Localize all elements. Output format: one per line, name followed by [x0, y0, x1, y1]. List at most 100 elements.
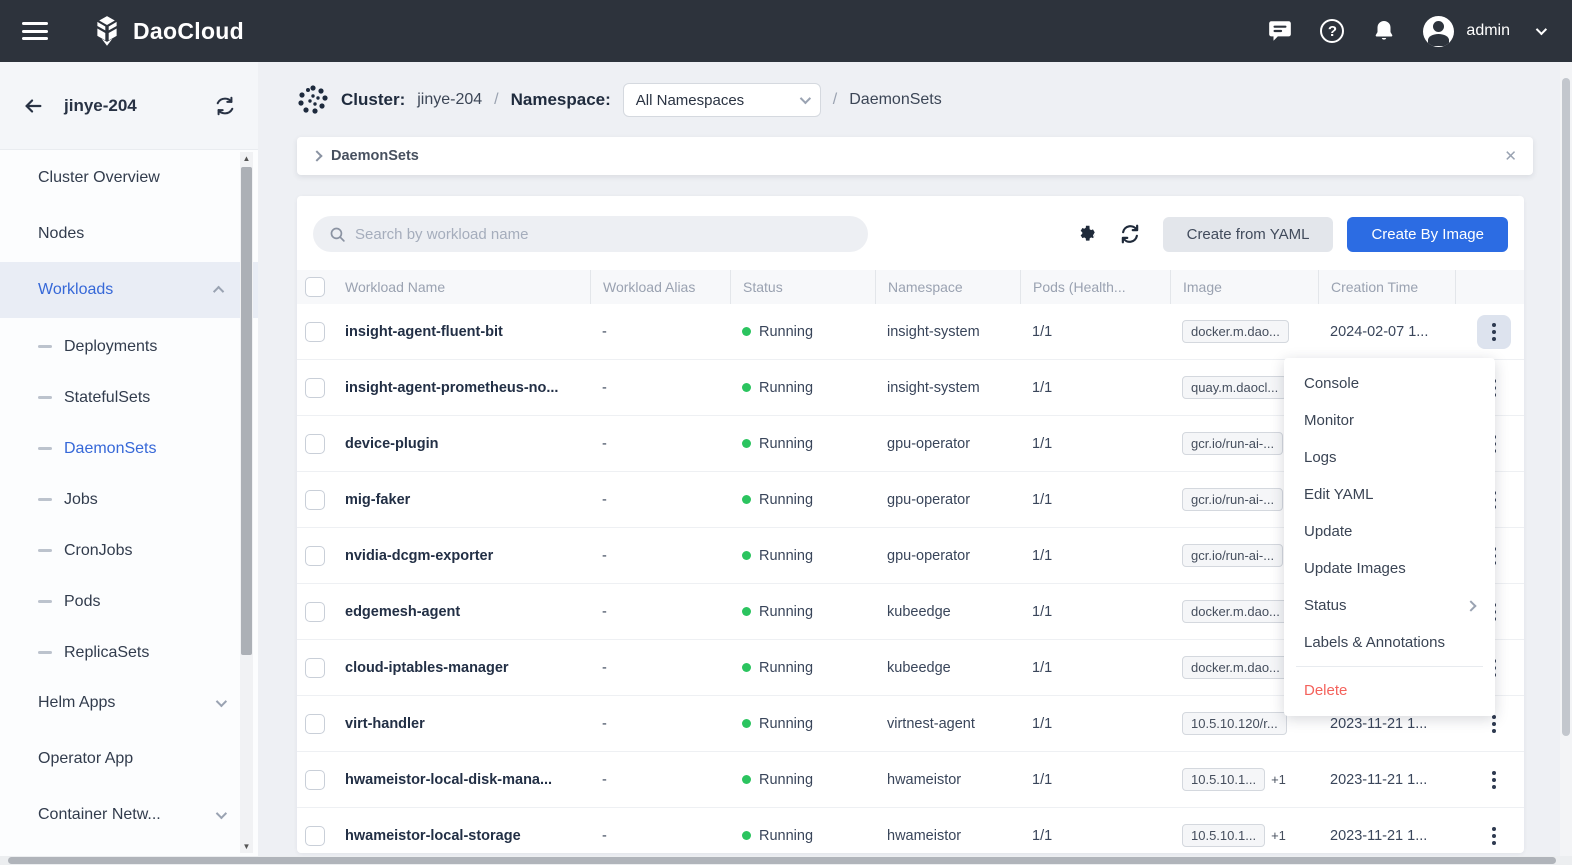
- workload-name-link[interactable]: mig-faker: [345, 492, 410, 508]
- context-menu-item-edit-yaml[interactable]: Edit YAML: [1284, 476, 1495, 513]
- sidebar-item-label: Pods: [64, 593, 100, 611]
- create-by-image-button[interactable]: Create By Image: [1347, 217, 1508, 252]
- close-tab-icon[interactable]: ✕: [1504, 147, 1517, 165]
- sidebar-item-replicasets[interactable]: ReplicaSets: [0, 630, 258, 675]
- settings-gear-icon[interactable]: [1076, 224, 1097, 245]
- user-menu-chevron-icon[interactable]: [1536, 24, 1547, 35]
- row-actions-kebab-icon[interactable]: [1477, 763, 1511, 797]
- row-actions-kebab-icon[interactable]: [1477, 315, 1511, 349]
- page-vertical-scrollbar[interactable]: [1560, 62, 1572, 857]
- row-actions-kebab-icon[interactable]: [1477, 819, 1511, 853]
- workload-name-link[interactable]: virt-handler: [345, 716, 425, 732]
- search-input[interactable]: [355, 226, 852, 243]
- sidebar-item-label: CronJobs: [64, 542, 132, 560]
- row-checkbox[interactable]: [305, 658, 325, 678]
- workload-name-link[interactable]: device-plugin: [345, 436, 438, 452]
- row-checkbox[interactable]: [305, 714, 325, 734]
- row-checkbox[interactable]: [305, 378, 325, 398]
- row-checkbox[interactable]: [305, 546, 325, 566]
- context-menu-item-console[interactable]: Console: [1284, 365, 1495, 402]
- cluster-value[interactable]: jinye-204: [417, 91, 482, 109]
- sidebar-scrollbar[interactable]: ▲ ▼: [240, 152, 253, 853]
- scroll-up-icon[interactable]: ▲: [240, 152, 253, 165]
- sidebar-item-label: Nodes: [38, 225, 84, 243]
- select-chevron-icon: [800, 93, 811, 104]
- page-horizontal-scrollbar[interactable]: [0, 856, 1572, 865]
- sidebar-item-cronjobs[interactable]: CronJobs: [0, 528, 258, 573]
- select-all-checkbox[interactable]: [305, 277, 325, 297]
- sidebar-item-workloads[interactable]: Workloads: [0, 262, 258, 318]
- sidebar-item-pods[interactable]: Pods: [0, 579, 258, 624]
- row-checkbox[interactable]: [305, 490, 325, 510]
- back-arrow-icon[interactable]: [22, 95, 44, 117]
- horizontal-scroll-thumb[interactable]: [8, 857, 1556, 864]
- context-menu-item-logs[interactable]: Logs: [1284, 439, 1495, 476]
- row-context-menu: Console Monitor Logs Edit YAML Update Up…: [1284, 358, 1495, 716]
- workload-name-link[interactable]: insight-agent-prometheus-no...: [345, 380, 558, 396]
- sidebar-item-daemonsets[interactable]: DaemonSets: [0, 426, 258, 471]
- sidebar-item-helm-apps[interactable]: Helm Apps: [0, 675, 258, 731]
- namespace-cell: hwameistor: [875, 772, 1020, 788]
- help-icon[interactable]: ?: [1319, 18, 1345, 44]
- row-checkbox[interactable]: [305, 770, 325, 790]
- workload-alias: -: [590, 324, 730, 340]
- feedback-chat-icon[interactable]: [1267, 18, 1293, 44]
- workload-alias: -: [590, 716, 730, 732]
- sidebar-item-jobs[interactable]: Jobs: [0, 477, 258, 522]
- context-menu-item-labels-annotations[interactable]: Labels & Annotations: [1284, 624, 1495, 661]
- workload-name-link[interactable]: hwameistor-local-disk-mana...: [345, 772, 552, 788]
- menu-divider: [1296, 666, 1483, 667]
- sidebar-item-cluster-overview[interactable]: Cluster Overview: [0, 150, 258, 206]
- bell-icon[interactable]: [1371, 18, 1397, 44]
- sidebar-item-crds[interactable]: CRDs: [0, 843, 258, 855]
- workload-name-link[interactable]: cloud-iptables-manager: [345, 660, 509, 676]
- row-checkbox[interactable]: [305, 826, 325, 846]
- sidebar-scroll-thumb[interactable]: [241, 167, 252, 655]
- column-header-image: Image: [1170, 270, 1318, 304]
- context-menu-item-label: Labels & Annotations: [1304, 634, 1445, 651]
- breadcrumb-chevron-icon: [311, 150, 322, 161]
- sidebar-item-deployments[interactable]: Deployments: [0, 324, 258, 369]
- search-box[interactable]: [313, 216, 868, 252]
- vertical-scroll-thumb[interactable]: [1562, 78, 1570, 736]
- main-content: Cluster: jinye-204 / Namespace: All Name…: [258, 62, 1572, 865]
- sidebar-item-nodes[interactable]: Nodes: [0, 206, 258, 262]
- status-text: Running: [759, 772, 813, 788]
- tab-title[interactable]: DaemonSets: [331, 148, 419, 164]
- context-menu-item-monitor[interactable]: Monitor: [1284, 402, 1495, 439]
- image-tag: docker.m.dao...: [1182, 320, 1289, 343]
- brand-logo[interactable]: DaoCloud: [90, 14, 244, 48]
- workload-name-link[interactable]: hwameistor-local-storage: [345, 828, 521, 844]
- workload-name-link[interactable]: edgemesh-agent: [345, 604, 460, 620]
- table-header: Workload NameWorkload AliasStatusNamespa…: [297, 270, 1524, 304]
- refresh-icon[interactable]: [1119, 223, 1141, 245]
- creation-time-cell: 2023-11-21 1...: [1318, 828, 1455, 844]
- workload-alias: -: [590, 492, 730, 508]
- context-menu-item-delete[interactable]: Delete: [1284, 672, 1495, 709]
- sidebar-item-statefulsets[interactable]: StatefulSets: [0, 375, 258, 420]
- pods-cell: 1/1: [1020, 828, 1170, 844]
- context-menu-item-update-images[interactable]: Update Images: [1284, 550, 1495, 587]
- cluster-label: Cluster:: [341, 90, 405, 110]
- submenu-chevron-icon: [1467, 597, 1475, 614]
- status-text: Running: [759, 828, 813, 844]
- row-checkbox[interactable]: [305, 322, 325, 342]
- scroll-down-icon[interactable]: ▼: [240, 840, 253, 853]
- user-avatar[interactable]: [1423, 16, 1454, 47]
- row-checkbox[interactable]: [305, 602, 325, 622]
- sidebar-item-label: StatefulSets: [64, 389, 150, 407]
- table-row: insight-agent-fluent-bit - Running insig…: [297, 304, 1524, 360]
- sidebar-item-operator-app[interactable]: Operator App: [0, 731, 258, 787]
- context-menu-item-status[interactable]: Status: [1284, 587, 1495, 624]
- workload-name-link[interactable]: insight-agent-fluent-bit: [345, 324, 503, 340]
- create-from-yaml-button[interactable]: Create from YAML: [1163, 217, 1334, 252]
- pods-cell: 1/1: [1020, 772, 1170, 788]
- context-menu-item-update[interactable]: Update: [1284, 513, 1495, 550]
- namespace-select[interactable]: All Namespaces: [623, 83, 821, 117]
- workload-name-link[interactable]: nvidia-dcgm-exporter: [345, 548, 493, 564]
- row-checkbox[interactable]: [305, 434, 325, 454]
- sidebar-item-container-netw[interactable]: Container Netw...: [0, 787, 258, 843]
- switch-cluster-icon[interactable]: [214, 95, 236, 117]
- creation-time-cell: 2024-02-07 1...: [1318, 324, 1455, 340]
- hamburger-menu-icon[interactable]: [22, 22, 48, 40]
